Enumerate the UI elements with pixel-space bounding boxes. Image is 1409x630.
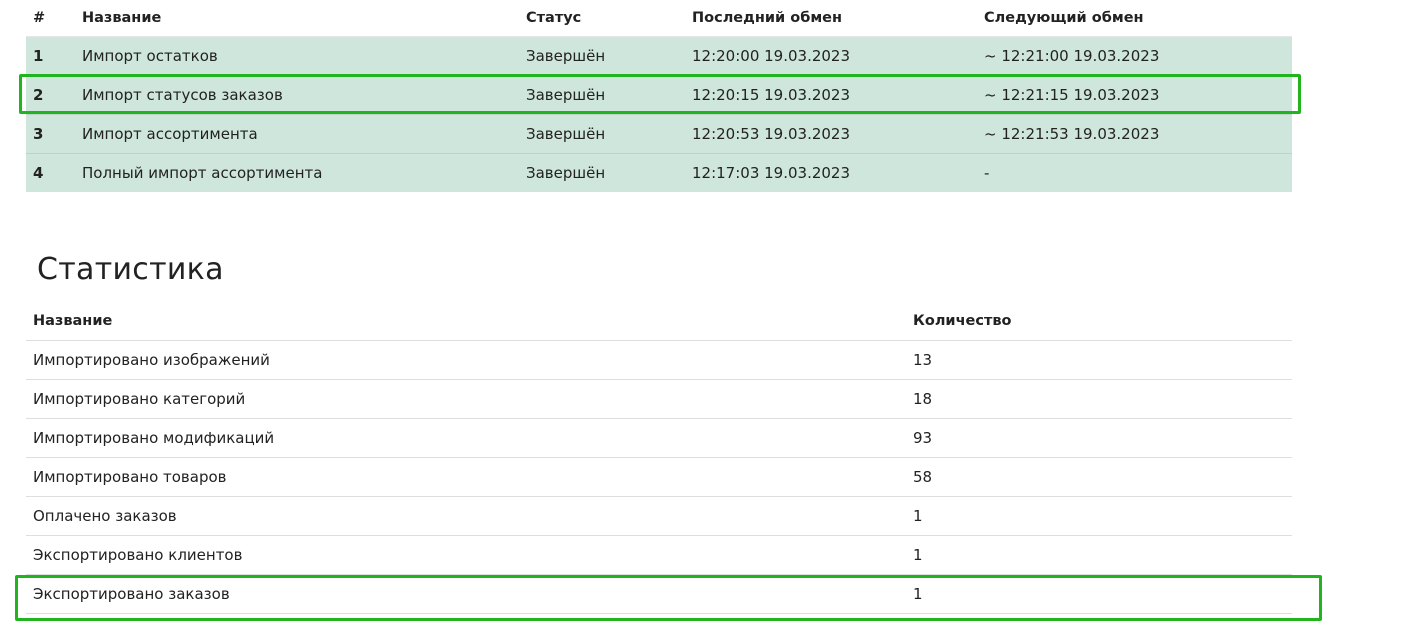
exchanges-table: # Название Статус Последний обмен Следую… (26, 0, 1292, 192)
statistics-row: Импортировано изображений 13 (26, 340, 1292, 380)
exchange-status: Завершён (519, 114, 685, 154)
col-header-last-exchange: Последний обмен (685, 0, 977, 37)
statistics-title: Статистика (37, 252, 224, 287)
stat-count: 58 (906, 457, 1292, 497)
exchange-number: 4 (26, 153, 75, 192)
stat-name: Оплачено заказов (26, 496, 906, 536)
exchange-next-time: ~ 12:21:00 19.03.2023 (977, 36, 1292, 76)
exchange-row[interactable]: 3 Импорт ассортимента Завершён 12:20:53 … (26, 114, 1292, 154)
statistics-section: Название Количество Импортировано изобра… (26, 301, 1292, 614)
stat-name: Импортировано товаров (26, 457, 906, 497)
stat-name: Импортировано изображений (26, 340, 906, 380)
exchanges-section: # Название Статус Последний обмен Следую… (26, 0, 1292, 192)
exchange-status: Завершён (519, 36, 685, 76)
col-header-number: # (26, 0, 75, 37)
stat-name: Экспортировано клиентов (26, 535, 906, 575)
stat-name: Импортировано модификаций (26, 418, 906, 458)
col-header-name: Название (75, 0, 519, 37)
stat-count: 13 (906, 340, 1292, 380)
exchange-next-time: ~ 12:21:15 19.03.2023 (977, 75, 1292, 115)
exchange-number: 2 (26, 75, 75, 115)
exchange-name: Импорт статусов заказов (75, 75, 519, 115)
statistics-header-row: Название Количество (26, 301, 1292, 341)
statistics-row: Импортировано модификаций 93 (26, 418, 1292, 458)
exchange-last-time: 12:20:00 19.03.2023 (685, 36, 977, 76)
exchange-next-time: ~ 12:21:53 19.03.2023 (977, 114, 1292, 154)
statistics-row: Экспортировано клиентов 1 (26, 535, 1292, 575)
exchange-status: Завершён (519, 75, 685, 115)
statistics-row: Оплачено заказов 1 (26, 496, 1292, 536)
exchange-row[interactable]: 4 Полный импорт ассортимента Завершён 12… (26, 153, 1292, 192)
exchange-name: Импорт ассортимента (75, 114, 519, 154)
exchange-name: Полный импорт ассортимента (75, 153, 519, 192)
exchanges-header-row: # Название Статус Последний обмен Следую… (26, 0, 1292, 37)
stat-count: 18 (906, 379, 1292, 419)
stat-name: Импортировано категорий (26, 379, 906, 419)
col-header-next-exchange: Следующий обмен (977, 0, 1292, 37)
statistics-row: Экспортировано заказов 1 (26, 574, 1292, 614)
exchange-number: 1 (26, 36, 75, 76)
stat-count: 1 (906, 496, 1292, 536)
exchange-last-time: 12:17:03 19.03.2023 (685, 153, 977, 192)
stat-name: Экспортировано заказов (26, 574, 906, 614)
statistics-row: Импортировано категорий 18 (26, 379, 1292, 419)
exchange-last-time: 12:20:15 19.03.2023 (685, 75, 977, 115)
exchange-name: Импорт остатков (75, 36, 519, 76)
exchange-number: 3 (26, 114, 75, 154)
col-header-status: Статус (519, 0, 685, 37)
stat-count: 1 (906, 574, 1292, 614)
stat-count: 93 (906, 418, 1292, 458)
statistics-table: Название Количество Импортировано изобра… (26, 301, 1292, 614)
exchange-row[interactable]: 1 Импорт остатков Завершён 12:20:00 19.0… (26, 36, 1292, 76)
stat-count: 1 (906, 535, 1292, 575)
col-header-stat-count: Количество (906, 301, 1292, 341)
exchange-row[interactable]: 2 Импорт статусов заказов Завершён 12:20… (26, 75, 1292, 115)
statistics-row: Импортировано товаров 58 (26, 457, 1292, 497)
col-header-stat-name: Название (26, 301, 906, 341)
exchange-last-time: 12:20:53 19.03.2023 (685, 114, 977, 154)
exchange-status: Завершён (519, 153, 685, 192)
exchange-next-time: - (977, 153, 1292, 192)
